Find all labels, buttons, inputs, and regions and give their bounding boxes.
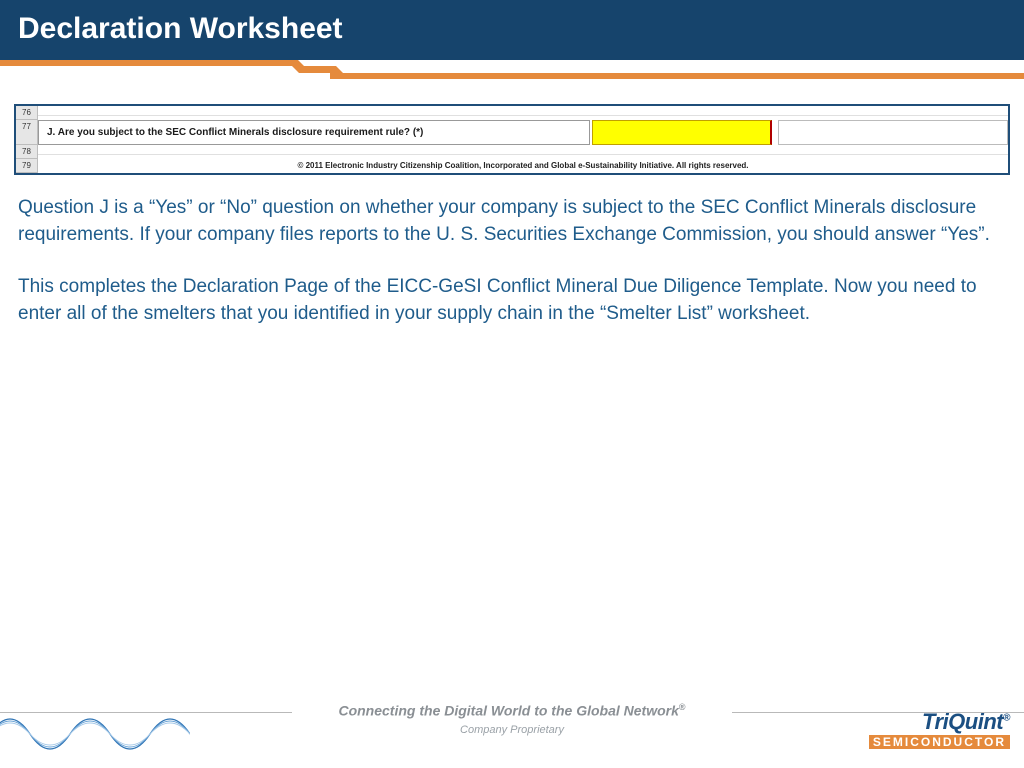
answer-dropdown-cell[interactable]: [592, 120, 772, 145]
logo-registered-mark: ®: [1003, 713, 1010, 724]
wave-decoration: [0, 704, 190, 756]
footer: Connecting the Digital World to the Glob…: [0, 690, 1024, 768]
row-header: 79: [16, 159, 38, 173]
footer-tagline: Connecting the Digital World to the Glob…: [292, 702, 732, 719]
notes-cell[interactable]: [778, 120, 1008, 145]
question-j-cell: J. Are you subject to the SEC Conflict M…: [38, 120, 590, 145]
logo-top-text: TriQuint: [922, 709, 1003, 734]
logo-top: TriQuint®: [869, 711, 1010, 733]
empty-cell: [38, 145, 1008, 155]
registered-mark: ®: [679, 702, 686, 712]
page-title-bar: Declaration Worksheet: [0, 0, 1024, 60]
row-header: 78: [16, 145, 38, 159]
paragraph-1: Question J is a “Yes” or “No” question o…: [18, 195, 1006, 248]
page-title: Declaration Worksheet: [18, 12, 343, 45]
logo-bottom: SEMICONDUCTOR: [869, 735, 1010, 749]
body-text: Question J is a “Yes” or “No” question o…: [18, 195, 1006, 327]
paragraph-2: This completes the Declaration Page of t…: [18, 274, 1006, 327]
company-logo: TriQuint® SEMICONDUCTOR: [869, 711, 1010, 750]
empty-cell: [38, 106, 1008, 116]
row-header: 76: [16, 106, 38, 120]
orange-divider: [0, 60, 1024, 80]
row-header: 77: [16, 120, 38, 145]
copyright-cell: © 2011 Electronic Industry Citizenship C…: [38, 159, 1008, 173]
tagline-text: Connecting the Digital World to the Glob…: [338, 703, 678, 719]
spreadsheet-snippet: 76 77 J. Are you subject to the SEC Conf…: [14, 104, 1010, 175]
